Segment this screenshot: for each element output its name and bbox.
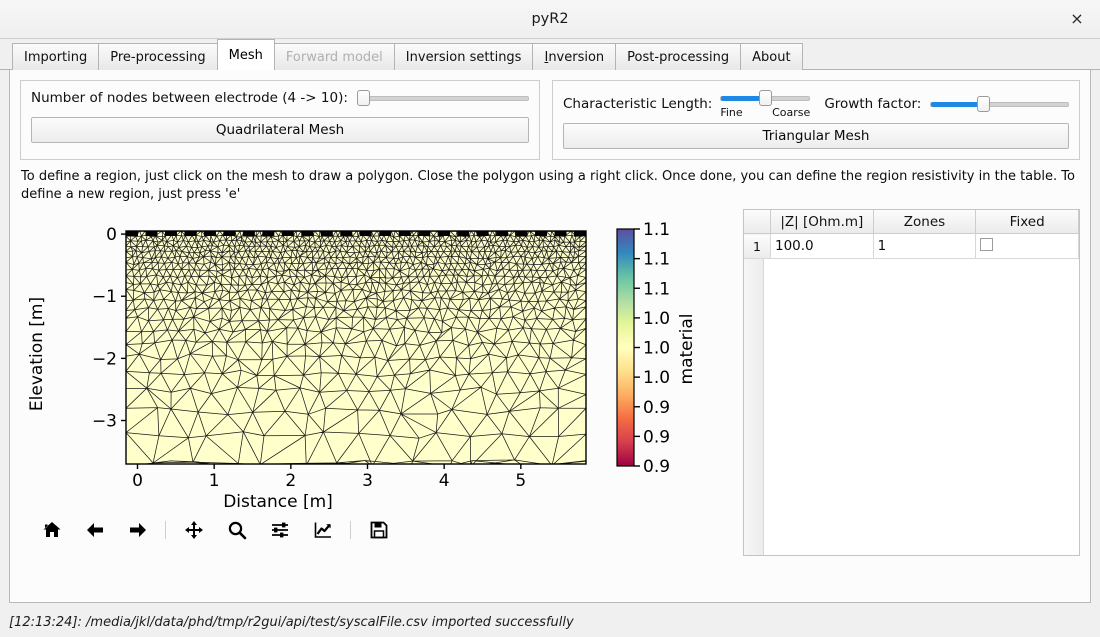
toolbar-separator: [350, 521, 351, 540]
svg-text:0: 0: [106, 225, 117, 245]
region-table: |Z| [Ohm.m] Zones Fixed 1 100.0 1: [744, 210, 1079, 260]
growth-factor-slider[interactable]: [930, 95, 1069, 113]
main-tabbar: Importing Pre-processing Mesh Forward mo…: [0, 39, 1100, 70]
svg-text:1: 1: [209, 471, 220, 491]
svg-text:1.1: 1.1: [643, 250, 670, 270]
cell-zones-1[interactable]: 1: [872, 233, 977, 260]
back-arrow-icon[interactable]: [73, 513, 116, 547]
save-floppy-icon[interactable]: [357, 513, 400, 547]
svg-text:3: 3: [362, 471, 373, 491]
toolbar-separator: [165, 521, 166, 540]
region-table-header-row: |Z| [Ohm.m] Zones Fixed: [744, 210, 1079, 235]
charlength-max-label: Coarse: [772, 106, 811, 119]
nodes-slider-groove: [356, 96, 529, 101]
svg-text:1.0: 1.0: [643, 339, 670, 359]
tab-post-processing[interactable]: Post-processing: [615, 43, 742, 70]
window-title: pyR2: [531, 11, 569, 27]
mesh-geometry: [126, 231, 586, 465]
region-table-pane[interactable]: |Z| [Ohm.m] Zones Fixed 1 100.0 1: [743, 209, 1080, 557]
svg-text:−1: −1: [92, 287, 117, 307]
mesh-tab-page: Number of nodes between electrode (4 -> …: [9, 70, 1091, 603]
tab-forward-model: Forward model: [273, 43, 395, 70]
nodes-label: Number of nodes between electrode (4 -> …: [31, 90, 348, 106]
charlength-range-labels: Fine Coarse: [720, 106, 810, 119]
svg-text:2: 2: [285, 471, 296, 491]
svg-text:1.0: 1.0: [643, 368, 670, 388]
home-icon[interactable]: [30, 513, 73, 547]
svg-text:0.9: 0.9: [643, 427, 670, 447]
column-header-fixed[interactable]: Fixed: [975, 210, 1079, 235]
mesh-main-row: Elevation [m] Distance [m] 0 −1 −2 −3 0 1 2 3 4…: [10, 207, 1090, 557]
mesh-plot-canvas[interactable]: Elevation [m] Distance [m] 0 −1 −2 −3 0 1 2 3 4…: [20, 209, 732, 510]
x-axis-label: Distance [m]: [223, 492, 333, 509]
svg-text:−3: −3: [92, 412, 117, 432]
subplot-sliders-icon[interactable]: [258, 513, 301, 547]
growth-slider-fill: [931, 102, 979, 107]
nodes-slider[interactable]: [356, 89, 529, 107]
quadrilateral-mesh-button[interactable]: Quadrilateral Mesh: [31, 117, 529, 143]
tab-mesh[interactable]: Mesh: [216, 39, 275, 70]
tab-about[interactable]: About: [740, 43, 803, 70]
tab-pre-processing[interactable]: Pre-processing: [98, 43, 218, 70]
svg-text:4: 4: [439, 471, 450, 491]
fixed-checkbox-1[interactable]: [980, 237, 994, 251]
quadrilateral-mesh-group: Number of nodes between electrode (4 -> …: [20, 80, 540, 160]
charlength-slider-fill: [721, 96, 761, 101]
triangular-sliders-row: Characteristic Length: Fine Coarse Growt…: [563, 89, 1069, 119]
mesh-plot-pane: Elevation [m] Distance [m] 0 −1 −2 −3 0 1 2 3 4…: [20, 209, 732, 556]
matplotlib-navigation-toolbar: [20, 509, 732, 551]
svg-text:1.1: 1.1: [643, 279, 670, 299]
pan-move-icon[interactable]: [172, 513, 215, 547]
growth-factor-label: Growth factor:: [824, 96, 922, 112]
table-row[interactable]: 1 100.0 1: [744, 233, 1079, 260]
triangular-mesh-button[interactable]: Triangular Mesh: [563, 123, 1069, 149]
tab-inversion-settings[interactable]: Inversion settings: [393, 43, 534, 70]
table-corner-header: [744, 210, 771, 235]
region-table-empty-area: [744, 259, 1079, 556]
svg-text:0: 0: [132, 471, 143, 491]
characteristic-length-slider-wrap: Fine Coarse: [720, 89, 811, 119]
characteristic-length-slider[interactable]: [720, 89, 811, 107]
row-number-1: 1: [744, 233, 771, 260]
tab-inversion-label-rest: nversion: [548, 49, 605, 65]
triangular-mesh-group: Characteristic Length: Fine Coarse Growt…: [552, 80, 1080, 160]
edit-curve-icon[interactable]: [301, 513, 344, 547]
mesh-plot-svg: Elevation [m] Distance [m] 0 −1 −2 −3 0 1 2 3 4…: [20, 209, 732, 510]
colorbar-gradient: [616, 228, 635, 467]
forward-arrow-icon[interactable]: [116, 513, 159, 547]
cell-fixed-1[interactable]: [975, 233, 1079, 260]
colorbar-label: material: [677, 314, 697, 385]
window-titlebar: pyR2 ×: [0, 0, 1100, 39]
zoom-magnifier-icon[interactable]: [215, 513, 258, 547]
close-icon[interactable]: ×: [1064, 6, 1090, 32]
status-message: [12:13:24]: /media/jkl/data/phd/tmp/r2gu…: [9, 614, 574, 630]
region-instructions: To define a region, just click on the me…: [21, 169, 1075, 202]
column-header-resistivity[interactable]: |Z| [Ohm.m]: [770, 210, 874, 235]
characteristic-length-label: Characteristic Length:: [563, 96, 713, 112]
mesh-controls-row: Number of nodes between electrode (4 -> …: [10, 70, 1090, 160]
nodes-slider-row: Number of nodes between electrode (4 -> …: [31, 89, 529, 107]
cell-resistivity-1[interactable]: 100.0: [770, 233, 874, 260]
svg-text:−2: −2: [92, 349, 117, 369]
column-header-zones[interactable]: Zones: [872, 210, 977, 235]
svg-text:1.1: 1.1: [643, 220, 670, 240]
svg-text:0.9: 0.9: [643, 457, 670, 477]
tab-importing[interactable]: Importing: [12, 43, 100, 70]
y-axis-label: Elevation [m]: [27, 297, 47, 411]
tab-inversion[interactable]: Inversion: [532, 43, 617, 70]
table-row-gutter: [744, 259, 764, 556]
status-bar: [12:13:24]: /media/jkl/data/phd/tmp/r2gu…: [0, 607, 1100, 637]
charlength-slider-handle[interactable]: [759, 90, 773, 106]
growth-slider-handle[interactable]: [977, 96, 991, 112]
svg-text:0.9: 0.9: [643, 398, 670, 418]
nodes-slider-handle[interactable]: [356, 90, 370, 106]
svg-text:1.0: 1.0: [643, 309, 670, 329]
charlength-min-label: Fine: [720, 106, 743, 119]
table-blank-area: [764, 259, 1079, 556]
svg-text:5: 5: [515, 471, 526, 491]
